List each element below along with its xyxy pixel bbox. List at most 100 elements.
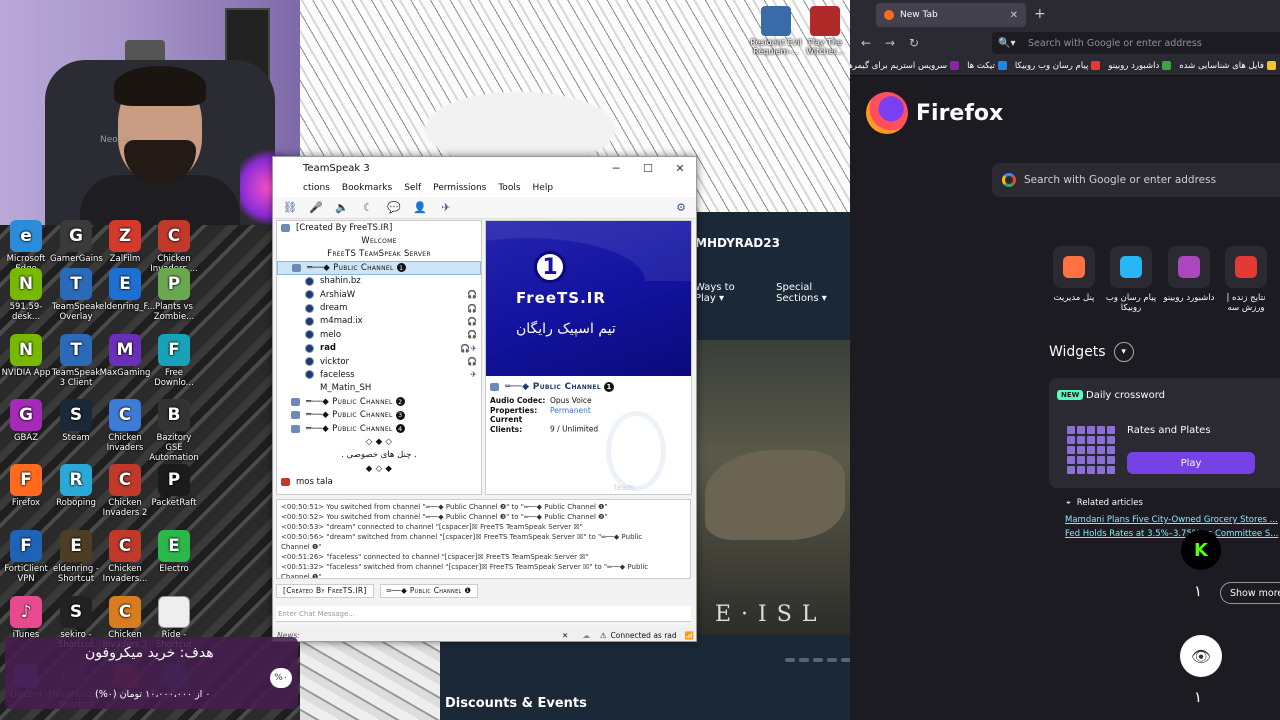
desktop-icon[interactable]: T TeamSpeak Overlay bbox=[50, 268, 102, 322]
desktop-icon[interactable]: C Chicken Invaders bbox=[99, 399, 151, 453]
back-icon[interactable]: ← bbox=[854, 36, 878, 50]
bookmark-item[interactable]: داشبورد روبینو bbox=[1108, 61, 1172, 71]
desktop-icon[interactable]: F Firefox bbox=[0, 464, 52, 508]
menu-tools[interactable]: Tools bbox=[498, 183, 520, 193]
desktop-icon[interactable]: G GBAZ bbox=[0, 399, 52, 443]
desktop-icon[interactable]: G GamerGains bbox=[50, 220, 103, 264]
play-button[interactable]: Play bbox=[1127, 452, 1255, 474]
tree-client[interactable]: faceless ✈ bbox=[277, 368, 481, 381]
desktop-icon[interactable]: C Chicken Invaders... bbox=[99, 530, 151, 584]
settings-icon[interactable]: ⚙ bbox=[672, 200, 690, 216]
show-more-button[interactable]: Show more bbox=[1220, 582, 1280, 604]
new-tab-plus-icon[interactable]: + bbox=[1034, 6, 1046, 22]
top-site-tile[interactable]: پیام رسان وب روبیکا bbox=[1101, 246, 1161, 313]
top-site-tile[interactable]: نتایج زنده | ورزش سه bbox=[1216, 246, 1276, 313]
tree-client[interactable]: shahin.bz bbox=[277, 275, 481, 288]
tree-channel[interactable]: ═──◆ Public Channel 4 bbox=[277, 422, 481, 435]
maximize-icon[interactable]: ☐ bbox=[632, 157, 664, 179]
tab-new-tab[interactable]: New Tab ✕ bbox=[876, 3, 1026, 27]
carousel-dots[interactable] bbox=[785, 658, 850, 662]
away-icon[interactable]: ☾ bbox=[359, 200, 377, 216]
tree-server[interactable]: [Created By FreeTS.IR] bbox=[277, 221, 481, 234]
bookmark-item[interactable]: سرویس استریم برای گیمرها bbox=[850, 61, 960, 71]
tree-client[interactable]: vicktor 🎧 bbox=[277, 355, 481, 368]
tree-channel[interactable]: ═──◆ Public Channel 3 bbox=[277, 408, 481, 421]
bookmark-item[interactable]: تیکت ها bbox=[967, 61, 1007, 71]
steam-username[interactable]: MHDYRAD23 bbox=[695, 236, 780, 250]
tree-client-bold[interactable]: rad 🎧✈ bbox=[277, 342, 481, 355]
desktop-icon[interactable]: B Bazitory GSE Automation bbox=[148, 399, 200, 463]
tree-spacer[interactable]: ◇ ◆ ◇ bbox=[277, 435, 481, 448]
menu-bookmarks[interactable]: Bookmarks bbox=[342, 183, 392, 193]
desktop-icon[interactable]: CChicken Invaders ... bbox=[148, 220, 200, 274]
mute-mic-icon[interactable]: 🎤 bbox=[307, 200, 325, 216]
newtab-search-input[interactable]: Search with Google or enter address bbox=[992, 163, 1280, 197]
menu-permissions[interactable]: Permissions bbox=[433, 183, 486, 193]
desktop-icon[interactable]: R Roboping bbox=[50, 464, 102, 508]
article-link[interactable]: Fed Holds Rates at 3.5%–3.75% as Committ… bbox=[1065, 529, 1278, 539]
bookmark-item[interactable]: فایل های شناسایی شده bbox=[1179, 61, 1276, 71]
top-site-tile[interactable]: پنل مدیریت bbox=[1044, 246, 1104, 303]
tree-channel[interactable]: ═──◆ Public Channel 2 bbox=[277, 395, 481, 408]
tab-channel-chat[interactable]: ═──◆ Public Channel ❶ bbox=[379, 584, 479, 598]
whisper-icon[interactable]: ✈ bbox=[437, 200, 455, 216]
ts-titlebar[interactable]: TeamSpeak 3 ─ ☐ ✕ bbox=[273, 157, 696, 179]
desktop-icon[interactable]: N 591.59-desk... bbox=[0, 268, 52, 322]
kick-icon[interactable]: K bbox=[1181, 530, 1221, 570]
forward-icon[interactable]: → bbox=[878, 36, 902, 50]
desktop-icon[interactable]: S Steam bbox=[50, 399, 102, 443]
chat-input[interactable]: Enter Chat Message... bbox=[276, 606, 691, 622]
bookmark-item[interactable]: پیام رسان وب روبیکا bbox=[1015, 61, 1101, 71]
desktop-icon[interactable]: eMicrosoft Edge bbox=[0, 220, 52, 274]
close-icon[interactable]: ✕ bbox=[664, 157, 696, 179]
steam-nav-special-sections[interactable]: Special Sections ▾ bbox=[776, 282, 850, 304]
menu-connections[interactable]: ctions bbox=[303, 183, 330, 193]
channel-tree[interactable]: [Created By FreeTS.IR] Welcome FreeTS Team… bbox=[276, 220, 482, 495]
desktop-icon[interactable]: F Free Downlo... bbox=[148, 334, 200, 388]
chat-icon[interactable]: 💬 bbox=[385, 200, 403, 216]
desktop-icon[interactable]: Eeldenring - Shortcut bbox=[50, 530, 102, 584]
minimize-icon[interactable]: ─ bbox=[600, 157, 632, 179]
chat-log[interactable]: <00:50:51> You switched from channel "═─… bbox=[276, 499, 691, 579]
tree-spacer[interactable]: . چنل های خصوصی . bbox=[277, 449, 481, 462]
desktop-icon[interactable]: T TeamSpeak 3 Client bbox=[50, 334, 102, 388]
desktop-icon[interactable]: M MaxGaming bbox=[99, 334, 151, 378]
menu-help[interactable]: Help bbox=[533, 183, 554, 193]
menu-self[interactable]: Self bbox=[404, 183, 421, 193]
top-site-tile[interactable]: داشبورد روبینو bbox=[1159, 246, 1219, 303]
tree-client[interactable]: ArshiaW 🎧 bbox=[277, 288, 481, 301]
tree-channel[interactable]: ═──◆ Public Channel 1 bbox=[277, 261, 481, 275]
mute-speaker-icon[interactable]: 🔈 bbox=[333, 200, 351, 216]
disconnect-icon[interactable]: ⛓ bbox=[281, 200, 299, 216]
tree-client[interactable]: melo 🎧 bbox=[277, 328, 481, 341]
close-news-icon[interactable]: ✕ bbox=[562, 631, 568, 640]
tree-group[interactable]: mos tala bbox=[277, 475, 481, 488]
tree-spacer[interactable]: Welcome bbox=[277, 234, 481, 247]
steam-nav-ways-to-play[interactable]: Ways to Play ▾ bbox=[695, 282, 754, 304]
desktop-icon[interactable]: F FortiClient VPN bbox=[0, 530, 52, 584]
desktop-icon[interactable]: E Electro bbox=[148, 530, 200, 574]
tree-client[interactable]: dream 🎧 bbox=[277, 301, 481, 314]
url-bar[interactable]: 🔍▾ Search with Google or enter address bbox=[992, 32, 1280, 54]
tab-server-chat[interactable]: [Created By FreeTS.IR] bbox=[276, 584, 374, 598]
desktop-icon-witcher[interactable]: Play The Witcher... bbox=[797, 6, 853, 56]
tree-client-bot[interactable]: M_Matin_SH bbox=[277, 382, 481, 395]
tab-close-icon[interactable]: ✕ bbox=[1010, 10, 1018, 21]
desktop-icon[interactable]: ♪ iTunes bbox=[0, 596, 52, 640]
desktop-icon[interactable]: N NVIDIA App bbox=[0, 334, 52, 378]
contacts-icon[interactable]: 👤 bbox=[411, 200, 429, 216]
tree-client[interactable]: m4mad.ix 🎧 bbox=[277, 315, 481, 328]
reload-icon[interactable]: ↻ bbox=[902, 36, 926, 50]
desktop-icon[interactable]: P PacketRaft bbox=[148, 464, 200, 508]
tree-spacer[interactable]: FreeTS TeamSpeak Server bbox=[277, 248, 481, 261]
desktop-icon[interactable]: Z ZalFilm bbox=[99, 220, 151, 264]
article-link[interactable]: Mamdani Plans Five City-Owned Grocery St… bbox=[1065, 515, 1278, 525]
tree-spacer[interactable]: ◆ ◇ ◆ bbox=[277, 462, 481, 475]
eye-icon[interactable]: 👁 bbox=[1180, 635, 1222, 677]
steam-featured-banner[interactable]: E·ISL bbox=[695, 340, 850, 635]
widgets-collapse-icon[interactable]: ▾ bbox=[1113, 342, 1134, 362]
desktop-icon-resident-evil[interactable]: Resident Evil Requiem-... bbox=[748, 6, 804, 56]
desktop-icon[interactable]: Eeldenring_F... bbox=[99, 268, 155, 312]
desktop-icon[interactable]: P Plants vs Zombie... bbox=[148, 268, 200, 322]
desktop-icon[interactable]: C Chicken Invaders 2 bbox=[99, 464, 151, 518]
